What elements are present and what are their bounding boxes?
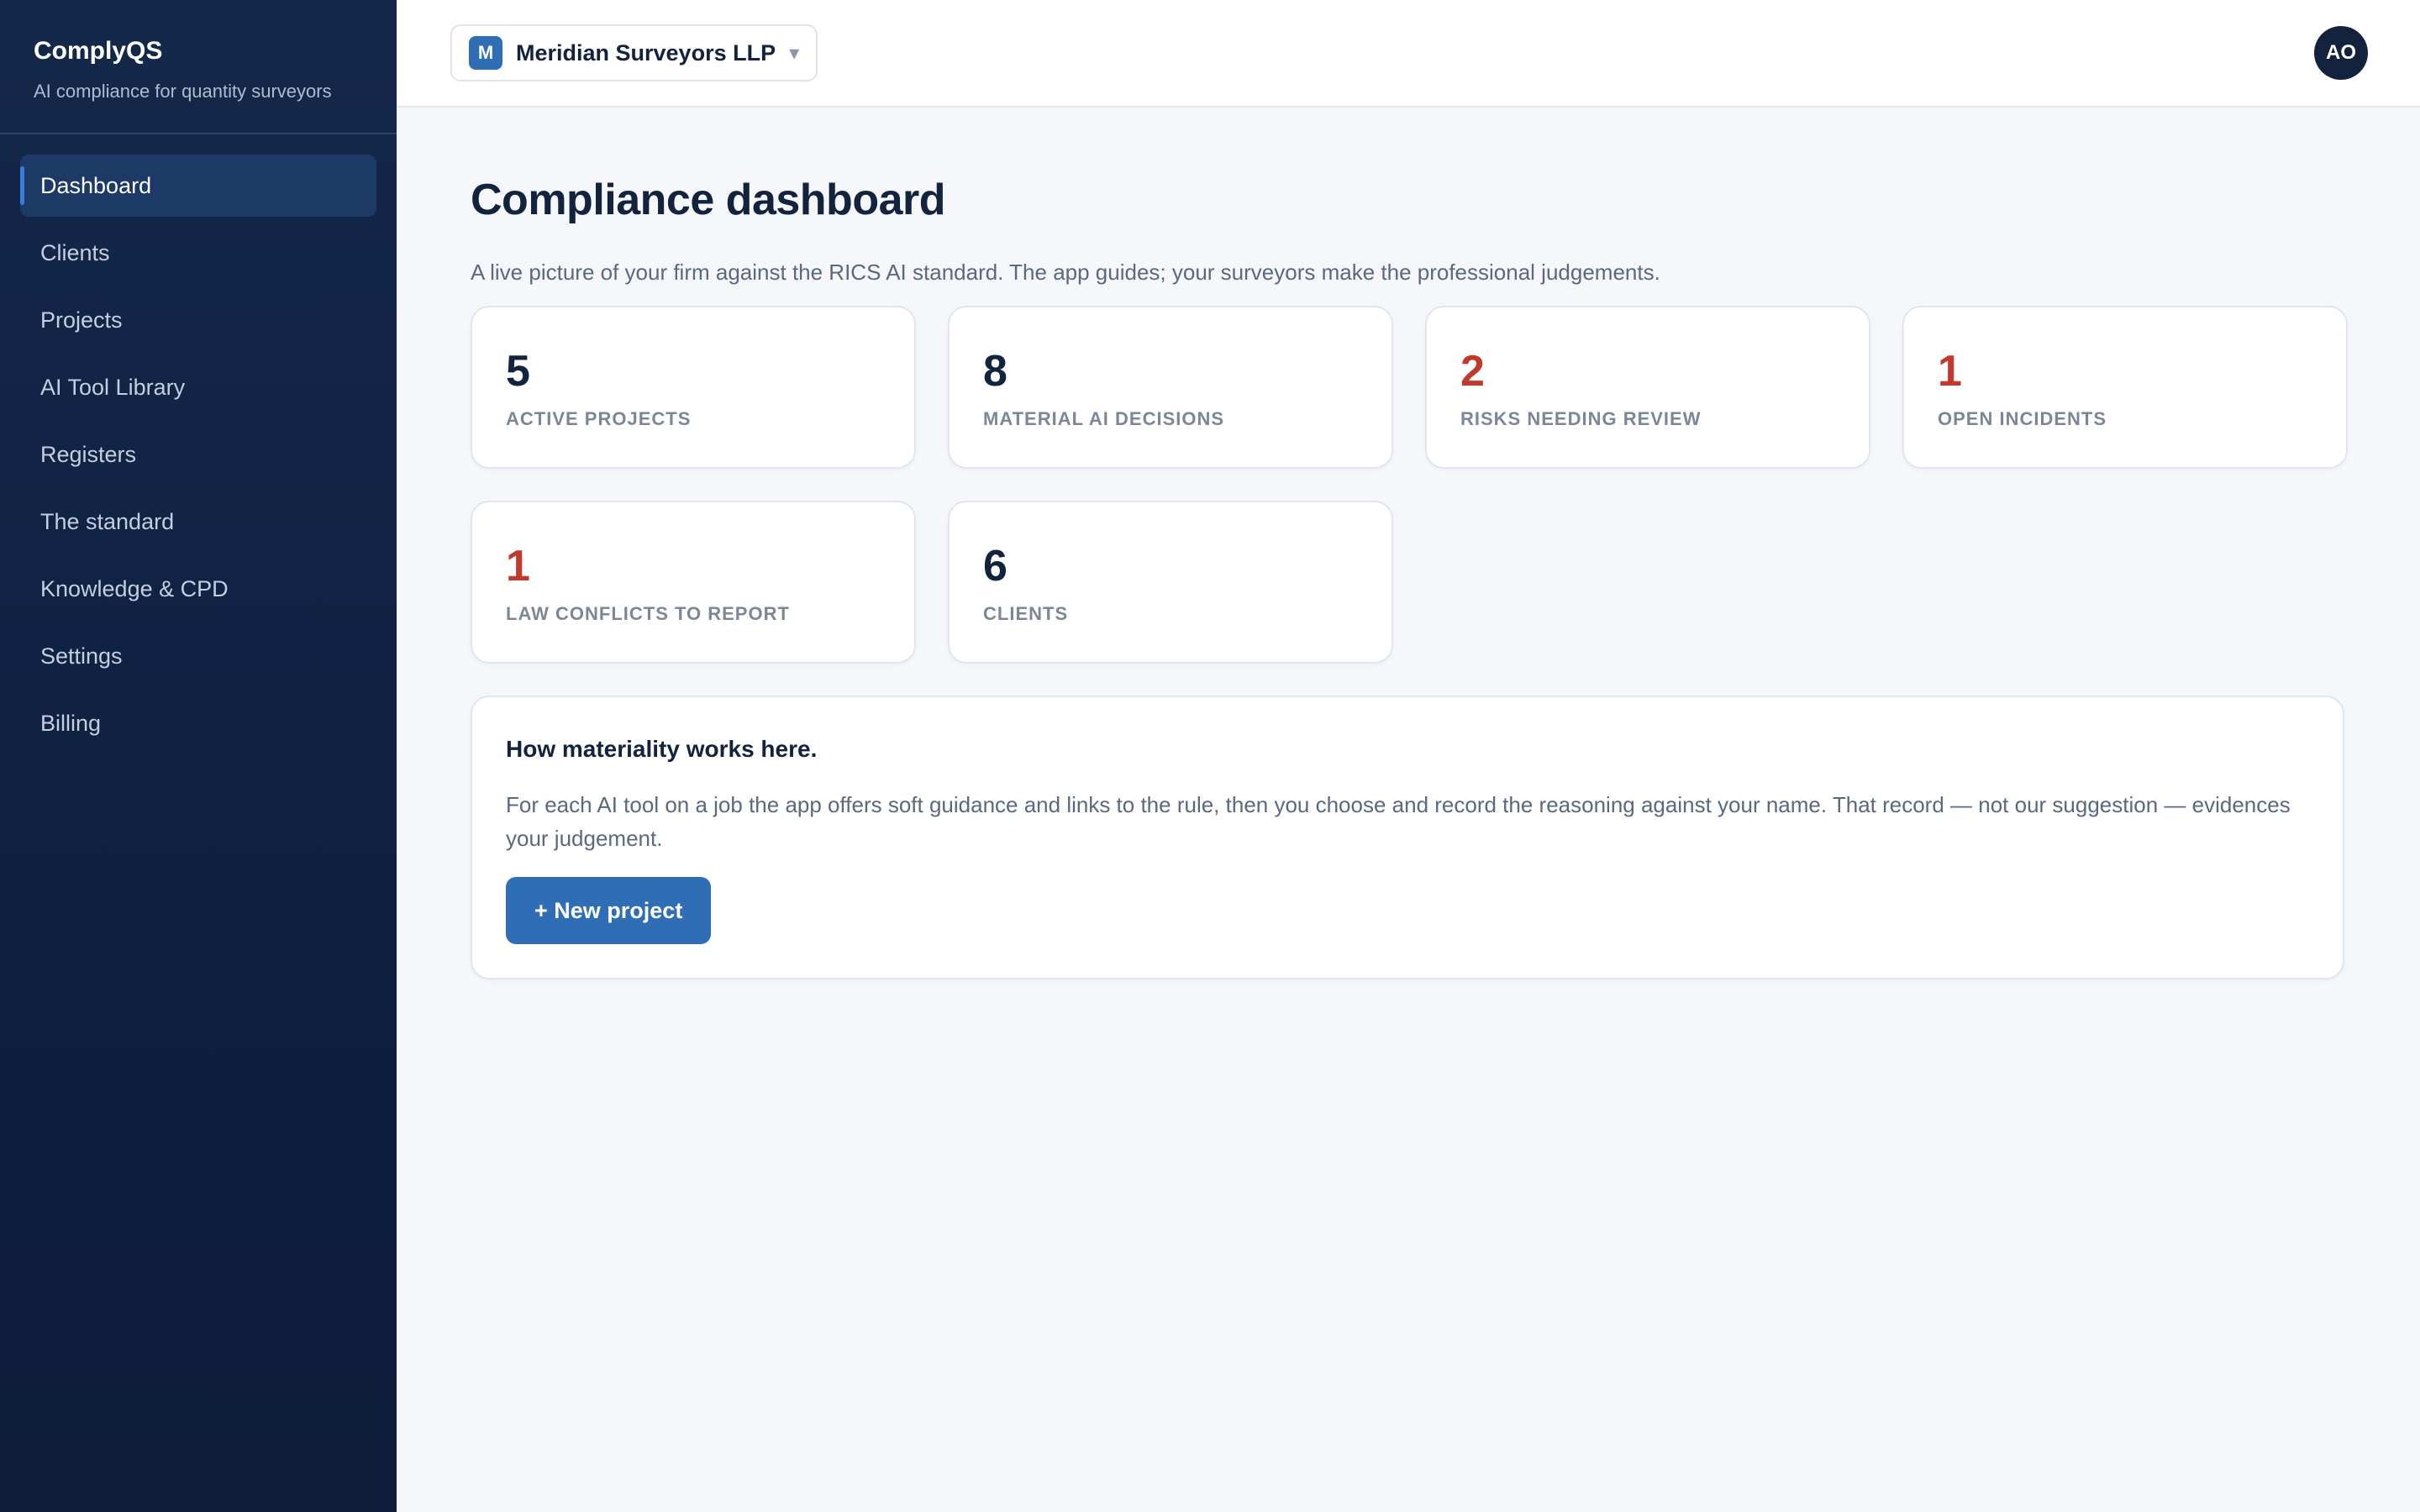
page-subtitle: A live picture of your firm against the … xyxy=(471,260,1660,285)
chevron-down-icon: ▾ xyxy=(789,41,800,65)
stat-card-clients[interactable]: 6 CLIENTS xyxy=(948,501,1393,664)
stat-label: RISKS NEEDING REVIEW xyxy=(1460,408,1702,429)
stat-card-open-incidents[interactable]: 1 OPEN INCIDENTS xyxy=(1902,306,2348,469)
stat-value: 1 xyxy=(1938,347,1962,396)
main-area: M Meridian Surveyors LLP ▾ AO Compliance… xyxy=(397,0,2420,1512)
new-project-button[interactable]: + New project xyxy=(506,877,712,944)
topbar: M Meridian Surveyors LLP ▾ AO xyxy=(397,0,2420,108)
sidebar-item-settings[interactable]: Settings xyxy=(20,625,376,687)
stat-label: ACTIVE PROJECTS xyxy=(506,408,692,429)
info-card-body: For each AI tool on a job the app offers… xyxy=(506,792,2291,851)
stat-value: 2 xyxy=(1460,347,1485,396)
sidebar-item-projects[interactable]: Projects xyxy=(20,289,376,351)
brand: ComplyQS AI compliance for quantity surv… xyxy=(0,0,397,134)
org-name: Meridian Surveyors LLP xyxy=(516,39,776,66)
page-title: Compliance dashboard xyxy=(471,176,946,224)
materiality-info-card: How materiality works here. For each AI … xyxy=(471,696,2344,979)
stat-label: LAW CONFLICTS TO REPORT xyxy=(506,603,790,624)
stat-value: 8 xyxy=(983,347,1007,396)
sidebar-item-clients[interactable]: Clients xyxy=(20,222,376,284)
stat-card-active-projects[interactable]: 5 ACTIVE PROJECTS xyxy=(471,306,916,469)
stat-card-law-conflicts[interactable]: 1 LAW CONFLICTS TO REPORT xyxy=(471,501,916,664)
dashboard-content: Compliance dashboard A live picture of y… xyxy=(397,108,2420,979)
stat-card-material-ai-decisions[interactable]: 8 MATERIAL AI DECISIONS xyxy=(948,306,1393,469)
stat-card-risks-needing-review[interactable]: 2 RISKS NEEDING REVIEW xyxy=(1425,306,1870,469)
sidebar-item-knowledge-cpd[interactable]: Knowledge & CPD xyxy=(20,558,376,620)
app-shell: ComplyQS AI compliance for quantity surv… xyxy=(0,0,2420,1512)
sidebar-item-ai-tool-library[interactable]: AI Tool Library xyxy=(20,356,376,418)
sidebar-item-registers[interactable]: Registers xyxy=(20,423,376,486)
sidebar: ComplyQS AI compliance for quantity surv… xyxy=(0,0,397,1512)
org-switcher[interactable]: M Meridian Surveyors LLP ▾ xyxy=(450,24,818,81)
info-card-title: How materiality works here. xyxy=(506,736,818,762)
stat-value: 1 xyxy=(506,542,530,591)
sidebar-item-billing[interactable]: Billing xyxy=(20,692,376,754)
sidebar-item-dashboard[interactable]: Dashboard xyxy=(20,155,376,217)
stat-label: MATERIAL AI DECISIONS xyxy=(983,408,1225,429)
sidebar-nav: Dashboard Clients Projects AI Tool Libra… xyxy=(0,134,397,780)
sidebar-item-the-standard[interactable]: The standard xyxy=(20,491,376,553)
stat-value: 5 xyxy=(506,347,530,396)
brand-name[interactable]: ComplyQS xyxy=(34,35,363,67)
stat-label: CLIENTS xyxy=(983,603,1069,624)
org-initial-badge: M xyxy=(469,36,502,70)
stats-grid: 5 ACTIVE PROJECTS 8 MATERIAL AI DECISION… xyxy=(471,306,2348,664)
stat-label: OPEN INCIDENTS xyxy=(1938,408,2107,429)
user-avatar[interactable]: AO xyxy=(2314,26,2368,80)
brand-tagline: AI compliance for quantity surveyors xyxy=(34,81,332,102)
stat-value: 6 xyxy=(983,542,1007,591)
